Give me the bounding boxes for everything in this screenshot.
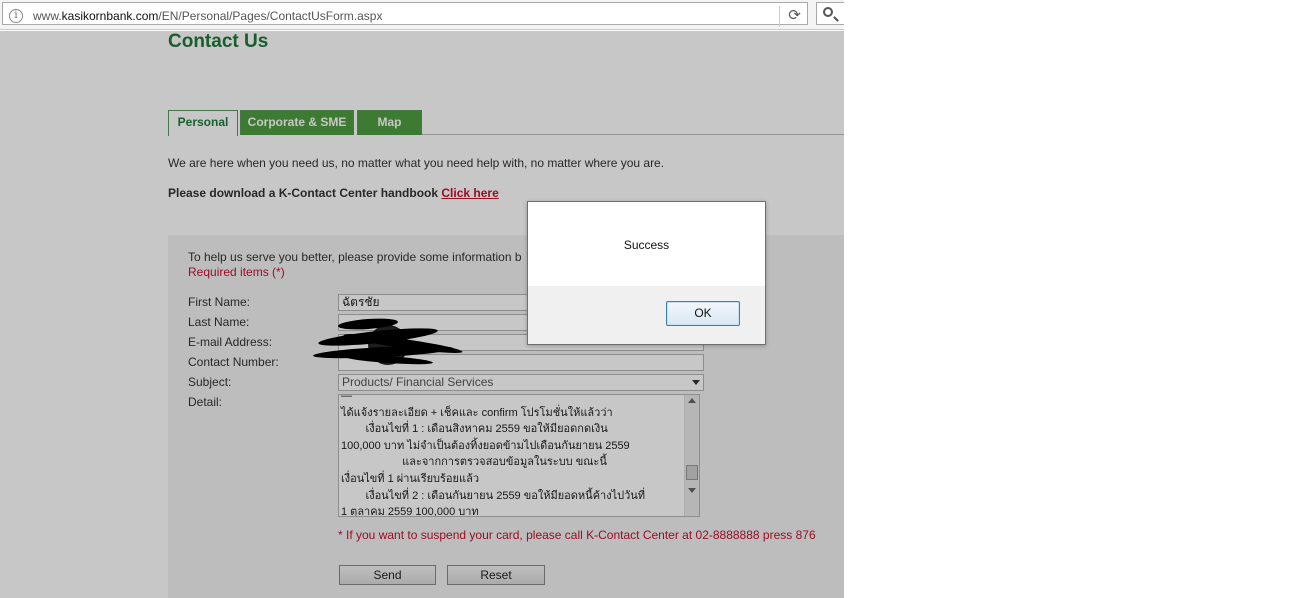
reload-icon[interactable]: ⟳ <box>779 6 809 27</box>
browser-search-field[interactable] <box>816 2 844 25</box>
url-text: www.kasikornbank.com/EN/Personal/Pages/C… <box>33 9 383 23</box>
search-icon <box>823 7 833 17</box>
address-bar: i www.kasikornbank.com/EN/Personal/Pages… <box>0 0 844 30</box>
info-icon[interactable]: i <box>9 9 23 23</box>
dialog-message: Success <box>623 238 670 252</box>
url-field[interactable]: i www.kasikornbank.com/EN/Personal/Pages… <box>2 2 809 27</box>
ok-button[interactable]: OK <box>666 301 740 326</box>
alert-dialog: Success OK <box>527 201 766 345</box>
dialog-body: Success <box>528 202 765 286</box>
